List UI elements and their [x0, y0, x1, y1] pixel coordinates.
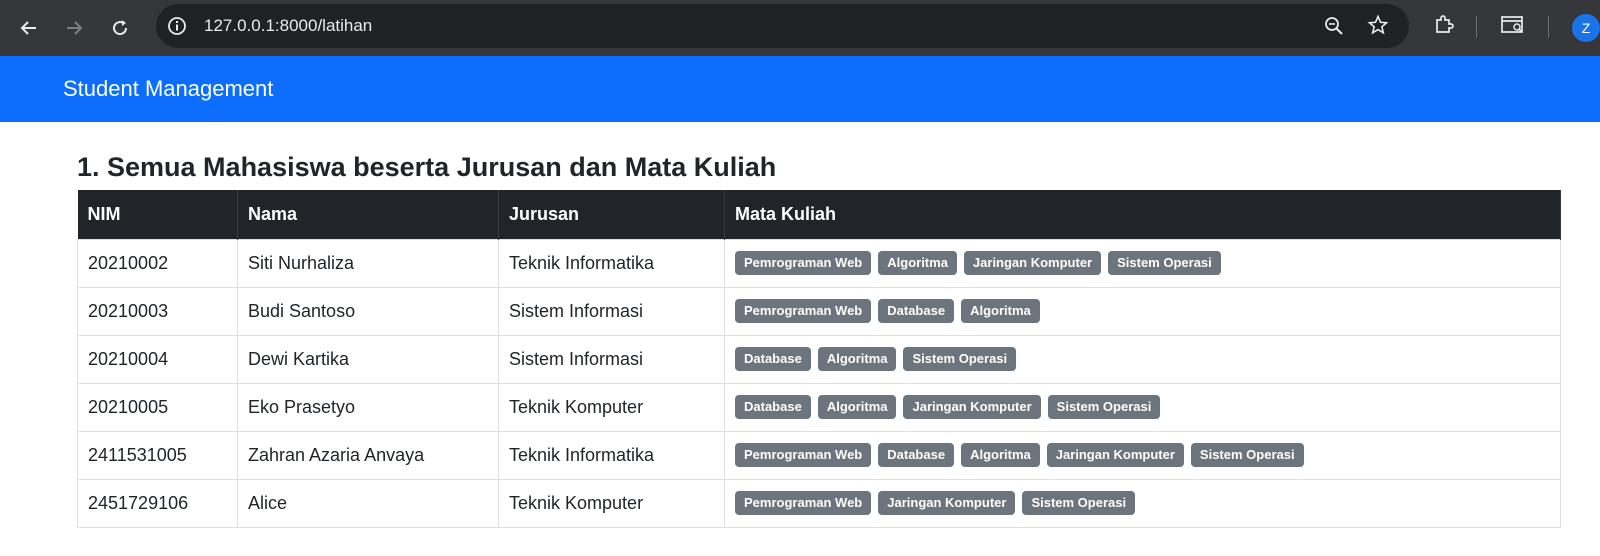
extensions-puzzle-icon[interactable]	[1432, 13, 1456, 37]
course-badge: Jaringan Komputer	[963, 251, 1102, 275]
header-jurusan: Jurusan	[498, 190, 725, 239]
course-badge: Sistem Operasi	[903, 347, 1017, 371]
course-badge: Sistem Operasi	[1047, 395, 1161, 419]
course-badge: Algoritma	[817, 347, 897, 371]
students-table: NIM Nama Jurusan Mata Kuliah 20210002 Sit…	[77, 190, 1561, 528]
tab-search-icon[interactable]	[1500, 13, 1526, 37]
course-badge: Sistem Operasi	[1022, 491, 1136, 515]
table-row: 2451729106 Alice Teknik Komputer Pemrograma…	[77, 478, 1561, 528]
header-mata-kuliah: Mata Kuliah	[724, 190, 1561, 239]
profile-avatar[interactable]: Z	[1572, 14, 1600, 42]
header-nim: NIM	[77, 190, 238, 239]
cell-nama: Alice	[237, 478, 499, 528]
table-row: 20210004 Dewi Kartika Sistem Informasi Data…	[77, 334, 1561, 384]
browser-toolbar: 127.0.0.1:8000/latihan Z	[0, 0, 1600, 56]
cell-nama: Eko Prasetyo	[237, 382, 499, 432]
address-bar[interactable]: 127.0.0.1:8000/latihan	[156, 4, 1409, 48]
section-title: 1. Semua Mahasiswa beserta Jurusan dan M…	[77, 152, 777, 182]
cell-jurusan: Sistem Informasi	[498, 286, 725, 336]
navbar-brand[interactable]: Student Management	[63, 76, 273, 102]
course-badge: Database	[878, 299, 955, 323]
course-badge: Jaringan Komputer	[903, 395, 1041, 419]
cell-jurusan: Teknik Komputer	[498, 478, 725, 528]
course-badge: Algoritma	[817, 395, 897, 419]
course-badge: Algoritma	[961, 299, 1040, 323]
course-badge: Jaringan Komputer	[878, 491, 1016, 515]
course-badge: Database	[735, 395, 811, 419]
table-row: 20210005 Eko Prasetyo Teknik Komputer Datab…	[77, 382, 1561, 432]
cell-nama: Dewi Kartika	[237, 334, 499, 384]
course-badge: Database	[735, 347, 811, 371]
table-row: 2411531005 Zahran Azaria Anvaya Teknik Inf…	[77, 430, 1561, 480]
cell-nama: Zahran Azaria Anvaya	[237, 430, 499, 480]
cell-nim: 2411531005	[77, 430, 238, 480]
course-badge: Pemrograman Web	[735, 443, 872, 467]
cell-nim: 20210005	[77, 382, 238, 432]
zoom-icon[interactable]	[1323, 15, 1345, 37]
toolbar-divider	[1548, 16, 1549, 38]
cell-nama: Budi Santoso	[237, 286, 499, 336]
cell-mata-kuliah: Database Algoritma Sistem Operasi	[724, 334, 1561, 384]
app-navbar: Student Management	[0, 56, 1600, 122]
cell-nim: 20210004	[77, 334, 238, 384]
bookmark-star-icon[interactable]	[1367, 14, 1389, 36]
course-badge: Pemrograman Web	[735, 299, 872, 323]
reload-icon[interactable]	[104, 12, 136, 44]
cell-mata-kuliah: Database Algoritma Jaringan Komputer Sistem…	[724, 382, 1561, 432]
cell-mata-kuliah: Pemrograman Web Database Algoritma Jaringan…	[724, 430, 1561, 480]
back-arrow-icon[interactable]	[13, 12, 45, 44]
course-badge: Algoritma	[961, 443, 1040, 467]
cell-nim: 20210002	[77, 238, 238, 288]
cell-mata-kuliah: Pemrograman Web Jaringan Komputer Sistem O…	[724, 478, 1561, 528]
table-row: 20210003 Budi Santoso Sistem Informasi Pemr…	[77, 286, 1561, 336]
cell-jurusan: Teknik Informatika	[498, 238, 725, 288]
course-badge: Pemrograman Web	[735, 251, 872, 275]
cell-jurusan: Teknik Komputer	[498, 382, 725, 432]
cell-jurusan: Sistem Informasi	[498, 334, 725, 384]
cell-mata-kuliah: Pemrograman Web Algoritma Jaringan Kompute…	[724, 238, 1561, 288]
course-badge: Jaringan Komputer	[1046, 443, 1184, 467]
table-header-row: NIM Nama Jurusan Mata Kuliah	[77, 190, 1561, 239]
cell-nim: 20210003	[77, 286, 238, 336]
cell-nama: Siti Nurhaliza	[237, 238, 499, 288]
course-badge: Pemrograman Web	[735, 491, 872, 515]
cell-jurusan: Teknik Informatika	[498, 430, 725, 480]
forward-arrow-icon[interactable]	[58, 12, 90, 44]
course-badge: Algoritma	[878, 251, 957, 275]
header-nama: Nama	[237, 190, 499, 239]
course-badge: Sistem Operasi	[1190, 443, 1304, 467]
course-badge: Sistem Operasi	[1108, 251, 1221, 275]
cell-mata-kuliah: Pemrograman Web Database Algoritma	[724, 286, 1561, 336]
table-row: 20210002 Siti Nurhaliza Teknik Informatika…	[77, 238, 1561, 288]
main-content: 1. Semua Mahasiswa beserta Jurusan dan M…	[77, 122, 1561, 528]
course-badge: Database	[878, 443, 955, 467]
toolbar-divider	[1476, 16, 1477, 38]
cell-nim: 2451729106	[77, 478, 238, 528]
url-text[interactable]: 127.0.0.1:8000/latihan	[204, 16, 372, 36]
site-info-icon[interactable]	[166, 15, 188, 37]
